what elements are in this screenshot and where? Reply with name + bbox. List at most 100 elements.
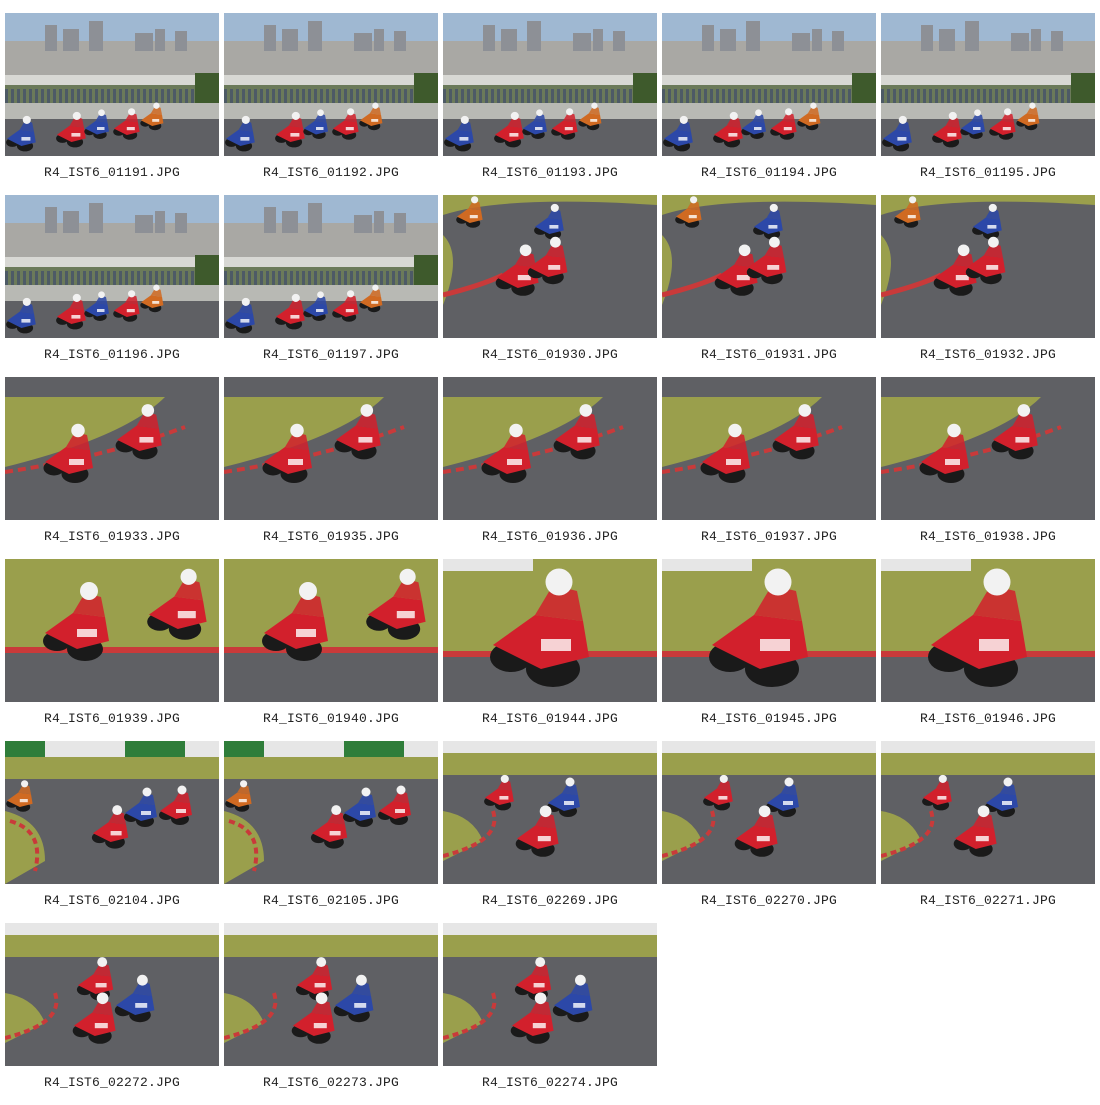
photo-preview [5,559,219,702]
photo-preview [662,377,876,520]
photo-preview [662,13,876,156]
filename-label[interactable]: R4_IST6_01944.JPG [443,711,657,726]
thumbnail-image[interactable] [662,559,876,702]
thumbnail-item[interactable]: R4_IST6_01193.JPG [443,13,657,195]
thumbnail-item[interactable]: R4_IST6_02269.JPG [443,741,657,923]
thumbnail-image[interactable] [881,195,1095,338]
thumbnail-image[interactable] [5,13,219,156]
thumbnail-item[interactable]: R4_IST6_01938.JPG [881,377,1095,559]
thumbnail-image[interactable] [5,923,219,1066]
thumbnail-image[interactable] [443,741,657,884]
thumbnail-image[interactable] [224,923,438,1066]
thumbnail-image[interactable] [662,195,876,338]
photo-preview [5,923,219,1066]
thumbnail-item[interactable]: R4_IST6_01940.JPG [224,559,438,741]
thumbnail-item[interactable]: R4_IST6_01935.JPG [224,377,438,559]
photo-preview [881,559,1095,702]
thumbnail-image[interactable] [662,377,876,520]
thumbnail-item[interactable]: R4_IST6_01191.JPG [5,13,219,195]
thumbnail-gallery: R4_IST6_01191.JPG R4_IST6_01192.JPG R4_IST… [5,13,1097,1105]
thumbnail-image[interactable] [224,377,438,520]
filename-label[interactable]: R4_IST6_01192.JPG [224,165,438,180]
thumbnail-image[interactable] [5,377,219,520]
filename-label[interactable]: R4_IST6_01935.JPG [224,529,438,544]
thumbnail-image[interactable] [224,559,438,702]
filename-label[interactable]: R4_IST6_01932.JPG [881,347,1095,362]
photo-preview [443,923,657,1066]
filename-label[interactable]: R4_IST6_02269.JPG [443,893,657,908]
thumbnail-image[interactable] [662,741,876,884]
thumbnail-image[interactable] [224,741,438,884]
filename-label[interactable]: R4_IST6_01931.JPG [662,347,876,362]
filename-label[interactable]: R4_IST6_02272.JPG [5,1075,219,1090]
thumbnail-image[interactable] [443,195,657,338]
filename-label[interactable]: R4_IST6_01194.JPG [662,165,876,180]
thumbnail-image[interactable] [5,195,219,338]
thumbnail-image[interactable] [881,559,1095,702]
filename-label[interactable]: R4_IST6_01939.JPG [5,711,219,726]
photo-preview [881,195,1095,338]
filename-label[interactable]: R4_IST6_02271.JPG [881,893,1095,908]
thumbnail-item[interactable]: R4_IST6_01944.JPG [443,559,657,741]
filename-label[interactable]: R4_IST6_01195.JPG [881,165,1095,180]
thumbnail-image[interactable] [224,195,438,338]
thumbnail-item[interactable]: R4_IST6_01194.JPG [662,13,876,195]
filename-label[interactable]: R4_IST6_01945.JPG [662,711,876,726]
thumbnail-item[interactable]: R4_IST6_01197.JPG [224,195,438,377]
filename-label[interactable]: R4_IST6_02270.JPG [662,893,876,908]
photo-preview [5,377,219,520]
thumbnail-image[interactable] [881,13,1095,156]
filename-label[interactable]: R4_IST6_01938.JPG [881,529,1095,544]
filename-label[interactable]: R4_IST6_01936.JPG [443,529,657,544]
thumbnail-item[interactable]: R4_IST6_01933.JPG [5,377,219,559]
photo-preview [443,741,657,884]
thumbnail-image[interactable] [5,741,219,884]
filename-label[interactable]: R4_IST6_02274.JPG [443,1075,657,1090]
filename-label[interactable]: R4_IST6_01933.JPG [5,529,219,544]
thumbnail-item[interactable]: R4_IST6_02270.JPG [662,741,876,923]
thumbnail-item[interactable]: R4_IST6_01931.JPG [662,195,876,377]
thumbnail-item[interactable]: R4_IST6_01930.JPG [443,195,657,377]
thumbnail-item[interactable]: R4_IST6_01946.JPG [881,559,1095,741]
thumbnail-item[interactable]: R4_IST6_02274.JPG [443,923,657,1105]
thumbnail-item[interactable]: R4_IST6_02104.JPG [5,741,219,923]
thumbnail-image[interactable] [881,377,1095,520]
photo-preview [224,741,438,884]
photo-preview [224,377,438,520]
thumbnail-image[interactable] [662,13,876,156]
thumbnail-image[interactable] [443,559,657,702]
thumbnail-item[interactable]: R4_IST6_01945.JPG [662,559,876,741]
photo-preview [443,13,657,156]
filename-label[interactable]: R4_IST6_02105.JPG [224,893,438,908]
thumbnail-image[interactable] [443,923,657,1066]
filename-label[interactable]: R4_IST6_01937.JPG [662,529,876,544]
thumbnail-item[interactable]: R4_IST6_01936.JPG [443,377,657,559]
thumbnail-image[interactable] [443,13,657,156]
thumbnail-image[interactable] [881,741,1095,884]
thumbnail-item[interactable]: R4_IST6_01196.JPG [5,195,219,377]
filename-label[interactable]: R4_IST6_01196.JPG [5,347,219,362]
thumbnail-item[interactable]: R4_IST6_01932.JPG [881,195,1095,377]
filename-label[interactable]: R4_IST6_01191.JPG [5,165,219,180]
filename-label[interactable]: R4_IST6_02104.JPG [5,893,219,908]
thumbnail-item[interactable]: R4_IST6_02272.JPG [5,923,219,1105]
thumbnail-item[interactable]: R4_IST6_02105.JPG [224,741,438,923]
thumbnail-image[interactable] [224,13,438,156]
filename-label[interactable]: R4_IST6_01940.JPG [224,711,438,726]
filename-label[interactable]: R4_IST6_01193.JPG [443,165,657,180]
photo-preview [662,559,876,702]
thumbnail-item[interactable]: R4_IST6_01195.JPG [881,13,1095,195]
thumbnail-item[interactable]: R4_IST6_01939.JPG [5,559,219,741]
thumbnail-item[interactable]: R4_IST6_01937.JPG [662,377,876,559]
thumbnail-image[interactable] [5,559,219,702]
thumbnail-item[interactable]: R4_IST6_02271.JPG [881,741,1095,923]
thumbnail-item[interactable]: R4_IST6_01192.JPG [224,13,438,195]
filename-label[interactable]: R4_IST6_01946.JPG [881,711,1095,726]
photo-preview [662,741,876,884]
photo-preview [5,13,219,156]
thumbnail-image[interactable] [443,377,657,520]
filename-label[interactable]: R4_IST6_02273.JPG [224,1075,438,1090]
thumbnail-item[interactable]: R4_IST6_02273.JPG [224,923,438,1105]
filename-label[interactable]: R4_IST6_01197.JPG [224,347,438,362]
filename-label[interactable]: R4_IST6_01930.JPG [443,347,657,362]
